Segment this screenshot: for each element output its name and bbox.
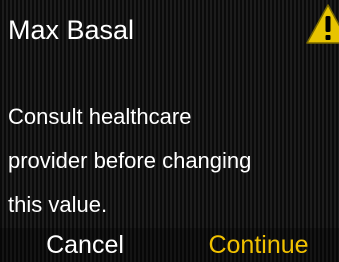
cancel-button[interactable]: Cancel — [0, 228, 170, 262]
screen-title: Max Basal — [8, 15, 135, 45]
warning-triangle-icon — [306, 4, 339, 44]
continue-button[interactable]: Continue — [178, 228, 339, 262]
message-line: Consult healthcare — [8, 104, 192, 129]
alert-panel: Max Basal Consult healthcare provider be… — [0, 0, 339, 228]
pump-screen: Max Basal Consult healthcare provider be… — [0, 0, 339, 262]
alert-message: Consult healthcare provider before chang… — [8, 95, 333, 227]
message-line: provider before changing — [8, 148, 252, 173]
message-line: this value. — [8, 192, 108, 217]
softkey-bar: Cancel Continue — [0, 228, 339, 262]
